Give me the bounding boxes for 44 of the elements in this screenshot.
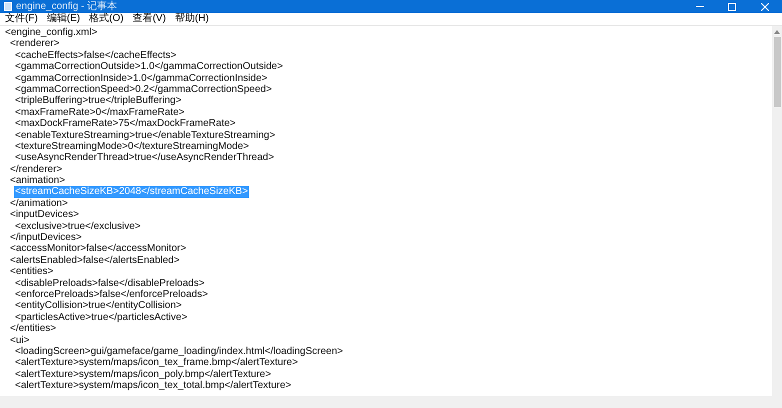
text-line: <maxDockFrameRate>75</maxDockFrameRate> <box>14 118 237 130</box>
text-line: <particlesActive>true</particlesActive> <box>14 312 188 324</box>
vertical-scrollbar[interactable] <box>772 26 782 396</box>
maximize-icon <box>728 2 736 10</box>
text-line: <alertsEnabled>false</alertsEnabled> <box>9 254 181 266</box>
menu-item[interactable]: 编辑(E) <box>46 13 80 25</box>
text-line: <alertTexture>system/maps/icon_tex_frame.bmp</alertTexture> <box>14 357 299 369</box>
menu-item[interactable]: 文件(F) <box>5 13 38 25</box>
text-line: <tripleBuffering>true</tripleBuffering> <box>14 95 182 107</box>
text-line: <alertTexture>system/maps/icon_poly.bmp</alertTexture> <box>14 368 272 380</box>
notepad-icon <box>4 2 12 11</box>
text-line: <animation> <box>9 175 66 186</box>
menu-item[interactable]: 帮助(H) <box>174 13 209 25</box>
text-line: <exclusive>true</exclusive> <box>14 220 142 232</box>
text-line: </renderer> <box>9 164 64 176</box>
text-line: <gammaCorrectionSpeed>0.2</gammaCorrectionSpeed> <box>14 84 273 96</box>
text-line: <entityCollision>true</entityCollision> <box>14 300 183 312</box>
menu-item[interactable]: 查看(V) <box>132 13 166 25</box>
close-icon <box>761 2 769 10</box>
text-line: <gammaCorrectionOutside>1.0</gammaCorrectionOutside> <box>14 61 284 73</box>
text-line: </entities> <box>9 323 58 335</box>
text-line: <alertTexture>system/maps/icon_tex_total.bmp</alertTexture> <box>14 380 292 392</box>
text-line: <enforcePreloads>false</enforcePreloads> <box>14 288 209 300</box>
text-line: <disablePreloads>false</disablePreloads> <box>14 278 206 289</box>
menu-item[interactable]: 格式(O) <box>89 13 124 25</box>
scrollbar-thumb[interactable] <box>774 37 780 107</box>
text-line: <ui> <box>9 334 30 346</box>
text-line: <inputDevices> <box>9 209 80 221</box>
text-line: </animation> <box>9 198 69 210</box>
text-line: </inputDevices> <box>9 232 83 244</box>
text-line: <loadingScreen>gui/gameface/game_loading/index.html</loadingScreen> <box>14 346 344 358</box>
text-line: <enableTextureStreaming>true</enableTextureStreaming> <box>14 130 276 141</box>
scroll-up-arrow-icon <box>774 30 780 34</box>
text-line: <cacheEffects>false</cacheEffects> <box>14 50 178 62</box>
text-line: <maxFrameRate>0</maxFrameRate> <box>14 106 186 118</box>
text-line: <useAsyncRenderThread>true</useAsyncRenderThread> <box>14 152 276 164</box>
text-line: <renderer> <box>9 38 60 50</box>
text-line: <textureStreamingMode>0</textureStreamingMode> <box>14 140 250 152</box>
text-line: <gammaCorrectionInside>1.0</gammaCorrectionInside> <box>14 72 268 84</box>
text-line: <engine_config.xml> <box>4 27 98 38</box>
window-title: engine_config - 记事本 <box>16 0 118 12</box>
text-line: <entities> <box>9 266 54 278</box>
minimize-icon <box>696 6 704 8</box>
text-line: <accessMonitor>false</accessMonitor> <box>9 243 188 255</box>
